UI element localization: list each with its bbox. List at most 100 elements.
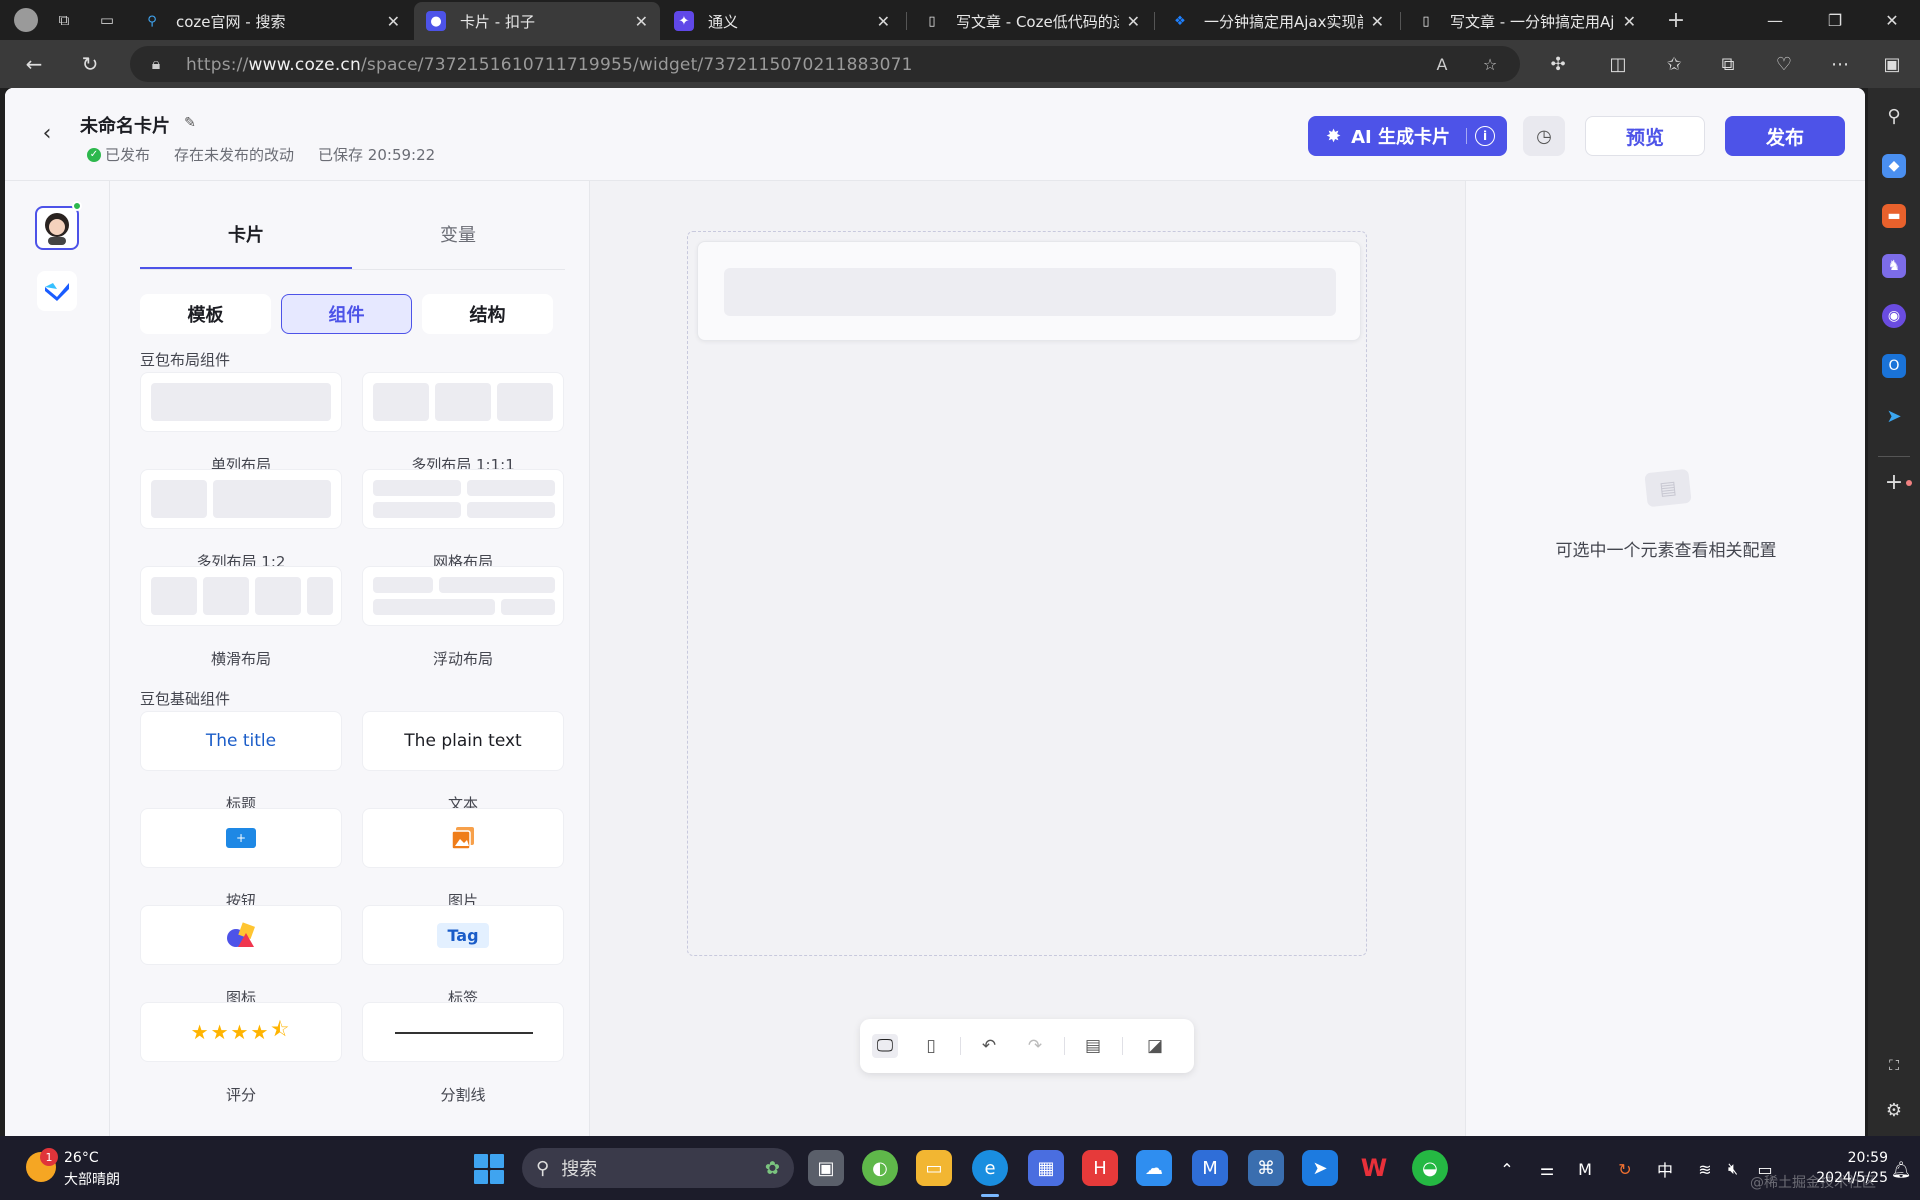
undo-icon[interactable]: ↶ (976, 1034, 1002, 1058)
refresh-icon[interactable]: ↻ (76, 50, 104, 78)
python-icon[interactable]: ⌘ (1248, 1150, 1284, 1186)
search-icon[interactable]: ⚲ (1882, 104, 1906, 128)
browser-tab-1[interactable]: ⚲ coze官网 - 搜索 ✕ (130, 2, 412, 40)
profile-icon[interactable] (14, 8, 38, 32)
close-tab-icon[interactable]: ✕ (877, 12, 890, 31)
huawei-appgallery-icon[interactable]: H (1082, 1150, 1118, 1186)
favorites-icon[interactable]: ✩ (1662, 52, 1686, 76)
notification-bell-icon[interactable]: 🔔︎ (1890, 1158, 1912, 1180)
tag-component-tile[interactable]: Tag (362, 905, 564, 965)
history-button[interactable]: ◷ (1523, 116, 1565, 156)
redo-icon[interactable]: ↷ (1022, 1034, 1048, 1058)
desktop-view-icon[interactable]: 🖵︎ (872, 1034, 898, 1058)
browser-tab-2[interactable]: ● 卡片 - 扣子 ✕ (414, 2, 660, 40)
new-tab-icon[interactable]: + (1664, 8, 1688, 33)
read-aloud-icon[interactable]: A (1432, 54, 1452, 74)
shopping-tag-icon[interactable]: ◆ (1882, 154, 1906, 178)
icon-component-tile[interactable] (140, 905, 342, 965)
tray-sync-icon[interactable]: ↻ (1614, 1158, 1636, 1180)
feishu-icon[interactable]: ➤ (1302, 1150, 1338, 1186)
address-bar[interactable]: 🔒︎ https://www.coze.cn/space/73721516107… (130, 46, 1520, 82)
sidebar-toggle-icon[interactable]: ▣ (1880, 52, 1904, 76)
grid-layout-tile[interactable] (362, 469, 564, 529)
segment-component[interactable]: 组件 (281, 294, 412, 334)
card-placeholder-block[interactable] (724, 268, 1336, 316)
tray-expand-icon[interactable]: ⌃ (1496, 1158, 1518, 1180)
start-button[interactable] (474, 1154, 504, 1184)
card-root-container[interactable] (697, 241, 1361, 341)
wechat-icon[interactable]: ◒ (1412, 1150, 1448, 1186)
two-column-layout-tile[interactable] (140, 469, 342, 529)
more-menu-icon[interactable]: ⋯ (1828, 52, 1852, 76)
browser-tab-3[interactable]: ✦ 通义 ✕ (662, 2, 902, 40)
volume-muted-icon[interactable]: 🔇︎ (1722, 1158, 1744, 1180)
ime-indicator[interactable]: 中 (1654, 1158, 1676, 1180)
browser-tab-4[interactable]: ▯ 写文章 - Coze低代码的运 ✕ (910, 2, 1152, 40)
rating-component-tile[interactable]: ★ ★ ★ ★ ⯪ (140, 1002, 342, 1062)
green-app-icon[interactable]: ◐ (862, 1150, 898, 1186)
file-explorer-icon[interactable]: ▭ (916, 1150, 952, 1186)
info-icon[interactable]: i (1475, 126, 1495, 146)
editor-canvas[interactable]: 🖵︎ ▯ ↶ ↷ ▤ ◪ (590, 181, 1465, 1136)
browser-essentials-icon[interactable]: ♡ (1772, 52, 1796, 76)
tab-variable[interactable]: 变量 (352, 221, 564, 247)
browser-tab-6[interactable]: ▯ 写文章 - 一分钟搞定用Aj ✕ (1404, 2, 1648, 40)
floating-layout-tile[interactable] (362, 566, 564, 626)
microsoft-store-icon[interactable]: ▦ (1028, 1150, 1064, 1186)
lock-icon[interactable]: 🔒︎ (146, 54, 166, 74)
taskbar-search[interactable]: ⚲ 搜索 ✿ (522, 1148, 794, 1188)
close-tab-icon[interactable]: ✕ (1127, 12, 1140, 31)
task-view-icon[interactable]: ▣ (808, 1150, 844, 1186)
horizontal-scroll-layout-tile[interactable] (140, 566, 342, 626)
screenshot-icon[interactable]: ⛶ (1882, 1054, 1906, 1078)
single-column-layout-tile[interactable] (140, 372, 342, 432)
tray-m-icon[interactable]: M (1574, 1158, 1596, 1180)
segment-template[interactable]: 模板 (140, 294, 271, 334)
button-component-tile[interactable]: + (140, 808, 342, 868)
doubao-logo[interactable] (37, 271, 77, 311)
restore-icon[interactable]: ❐ (1805, 0, 1865, 40)
edge-browser-icon[interactable]: e (972, 1150, 1008, 1186)
collections-icon[interactable]: ⧉ (1716, 52, 1740, 76)
tools-icon[interactable]: ▬ (1882, 204, 1906, 228)
close-tab-icon[interactable]: ✕ (387, 12, 400, 31)
tray-settings-icon[interactable]: ⚌ (1536, 1158, 1558, 1180)
split-screen-icon[interactable]: ◫ (1606, 52, 1630, 76)
title-component-tile[interactable]: The title (140, 711, 342, 771)
tab-card[interactable]: 卡片 (140, 221, 352, 247)
edit-title-icon[interactable]: ✎ (181, 114, 199, 132)
add-icon[interactable]: + (1882, 470, 1906, 495)
workspaces-icon[interactable]: ⧉ (52, 8, 76, 32)
favorite-star-icon[interactable]: ☆ (1480, 54, 1500, 74)
publish-button[interactable]: 发布 (1725, 116, 1845, 156)
copilot-icon[interactable]: ◉ (1882, 304, 1906, 328)
close-tab-icon[interactable]: ✕ (1623, 12, 1636, 31)
preview-button[interactable]: 预览 (1585, 116, 1705, 156)
divider-component-tile[interactable] (362, 1002, 564, 1062)
back-icon[interactable]: ← (20, 50, 48, 78)
close-tab-icon[interactable]: ✕ (635, 12, 648, 31)
image-component-tile[interactable] (362, 808, 564, 868)
three-column-layout-tile[interactable] (362, 372, 564, 432)
minimize-icon[interactable]: — (1745, 0, 1805, 40)
games-icon[interactable]: ♞ (1882, 254, 1906, 278)
wifi-icon[interactable]: ≋ (1694, 1158, 1716, 1180)
back-arrow-icon[interactable]: ‹ (35, 121, 59, 146)
markdown-editor-icon[interactable]: M (1192, 1150, 1228, 1186)
weather-widget[interactable]: 1 26°C 大部晴朗 (26, 1148, 156, 1188)
card-json-icon[interactable]: ◪ (1142, 1034, 1168, 1058)
tab-actions-icon[interactable]: ▭ (95, 8, 119, 32)
document-icon[interactable]: ▤ (1080, 1034, 1106, 1058)
send-icon[interactable]: ➤ (1882, 404, 1906, 428)
close-window-icon[interactable]: ✕ (1862, 0, 1920, 40)
segment-structure[interactable]: 结构 (422, 294, 553, 334)
wps-icon[interactable]: W (1356, 1150, 1392, 1186)
ai-generate-card-button[interactable]: ✸ AI 生成卡片 i (1308, 116, 1507, 156)
settings-gear-icon[interactable]: ⚙ (1882, 1098, 1906, 1122)
extensions-icon[interactable]: ✣ (1546, 52, 1570, 76)
cloud-drive-icon[interactable]: ☁ (1136, 1150, 1172, 1186)
bot-avatar[interactable] (35, 206, 79, 250)
browser-tab-5[interactable]: ❖ 一分钟搞定用Ajax实现前 ✕ (1158, 2, 1396, 40)
outlook-icon[interactable]: O (1882, 354, 1906, 378)
mobile-view-icon[interactable]: ▯ (918, 1034, 944, 1058)
